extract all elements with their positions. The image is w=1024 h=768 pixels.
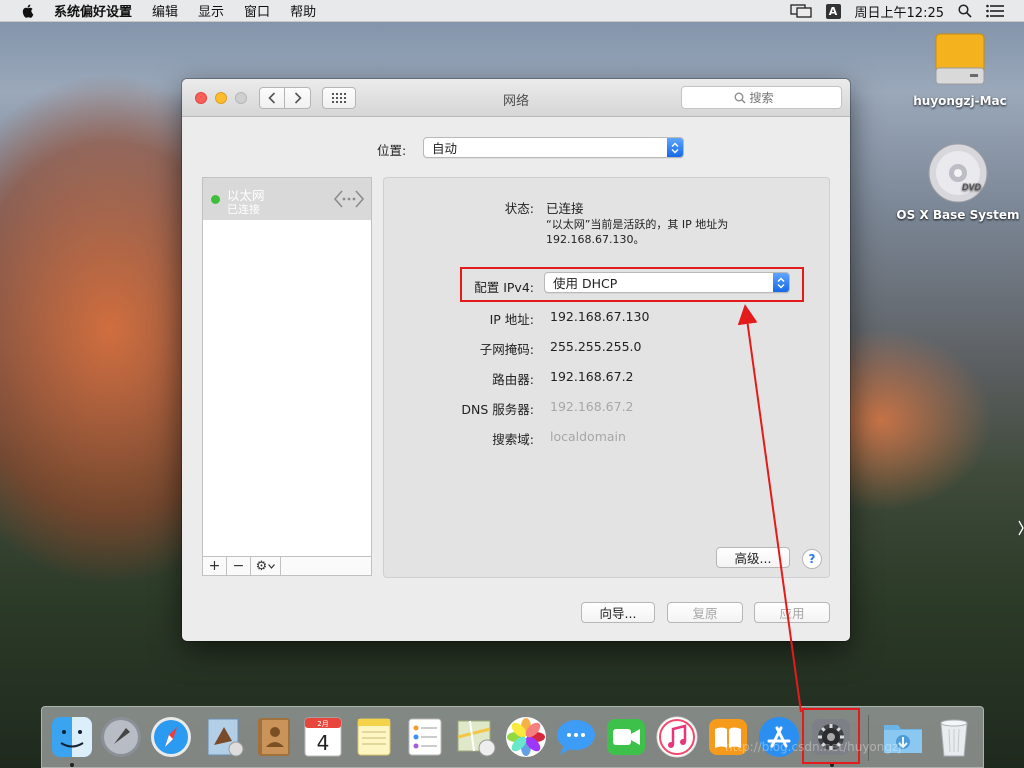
cursor-icon <box>1018 520 1024 536</box>
watermark-text: http://blog.csdn.net/huyongzj <box>725 740 902 754</box>
annotation-arrow <box>737 304 802 713</box>
